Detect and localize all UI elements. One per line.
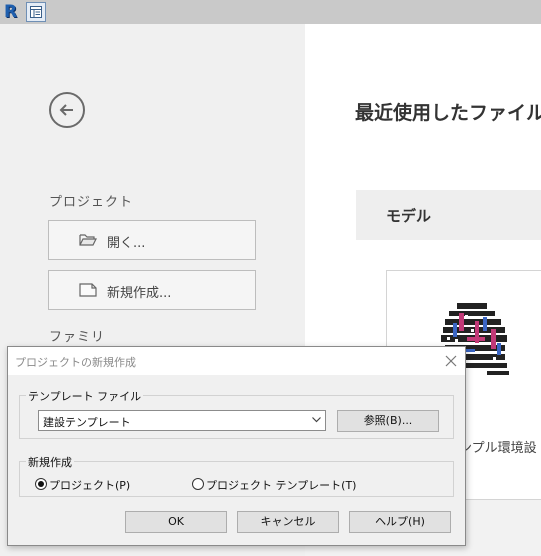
cancel-button[interactable]: キャンセル [237, 511, 339, 533]
template-file-group: テンプレート ファイル 建設テンプレート 参照(B)... [19, 388, 454, 439]
template-select-value: 建設テンプレート [43, 416, 131, 429]
new-project-button[interactable]: 新規作成... [48, 270, 256, 310]
new-project-label: 新規作成... [107, 286, 172, 301]
back-button[interactable] [49, 92, 85, 128]
chevron-down-icon [312, 417, 321, 423]
title-bar: R [0, 0, 541, 24]
app-logo: R [4, 2, 18, 22]
radio-project-template-label: プロジェクト テンプレート(T) [206, 479, 357, 492]
radio-project-indicator [35, 478, 47, 490]
open-project-label: 開く... [107, 236, 146, 251]
template-file-group-label: テンプレート ファイル [26, 388, 144, 404]
browse-button[interactable]: 参照(B)... [337, 410, 439, 432]
models-section-label: モデル [386, 207, 432, 225]
family-section-label: ファミリ [49, 330, 106, 345]
folder-open-icon [79, 234, 97, 246]
help-button[interactable]: ヘルプ(H) [349, 511, 451, 533]
dialog-title: プロジェクトの新規作成 [15, 356, 136, 369]
radio-project-template-indicator [192, 478, 204, 490]
template-select[interactable]: 建設テンプレート [38, 410, 326, 431]
new-file-icon [79, 283, 97, 297]
close-icon[interactable] [442, 352, 460, 370]
models-section-header: モデル [356, 190, 541, 240]
recent-files-title: 最近使用したファイル [355, 102, 541, 124]
create-new-group-label: 新規作成 [26, 454, 74, 470]
model-card-caption: ンプル環境設 [459, 441, 537, 456]
new-project-dialog: プロジェクトの新規作成 テンプレート ファイル 建設テンプレート 参照(B)..… [7, 346, 466, 546]
dialog-title-bar: プロジェクトの新規作成 [8, 347, 465, 375]
project-section-label: プロジェクト [49, 195, 134, 210]
open-project-button[interactable]: 開く... [48, 220, 256, 260]
radio-project-template[interactable]: プロジェクト テンプレート(T) [192, 476, 356, 492]
radio-project-label: プロジェクト(P) [49, 479, 131, 492]
properties-panel-icon [30, 6, 42, 18]
back-arrow-icon [59, 104, 73, 116]
create-new-group: 新規作成 プロジェクト(P) プロジェクト テンプレート(T) [19, 454, 454, 497]
properties-toggle-button[interactable] [26, 2, 46, 22]
ok-button[interactable]: OK [125, 511, 227, 533]
radio-project[interactable]: プロジェクト(P) [35, 476, 135, 492]
